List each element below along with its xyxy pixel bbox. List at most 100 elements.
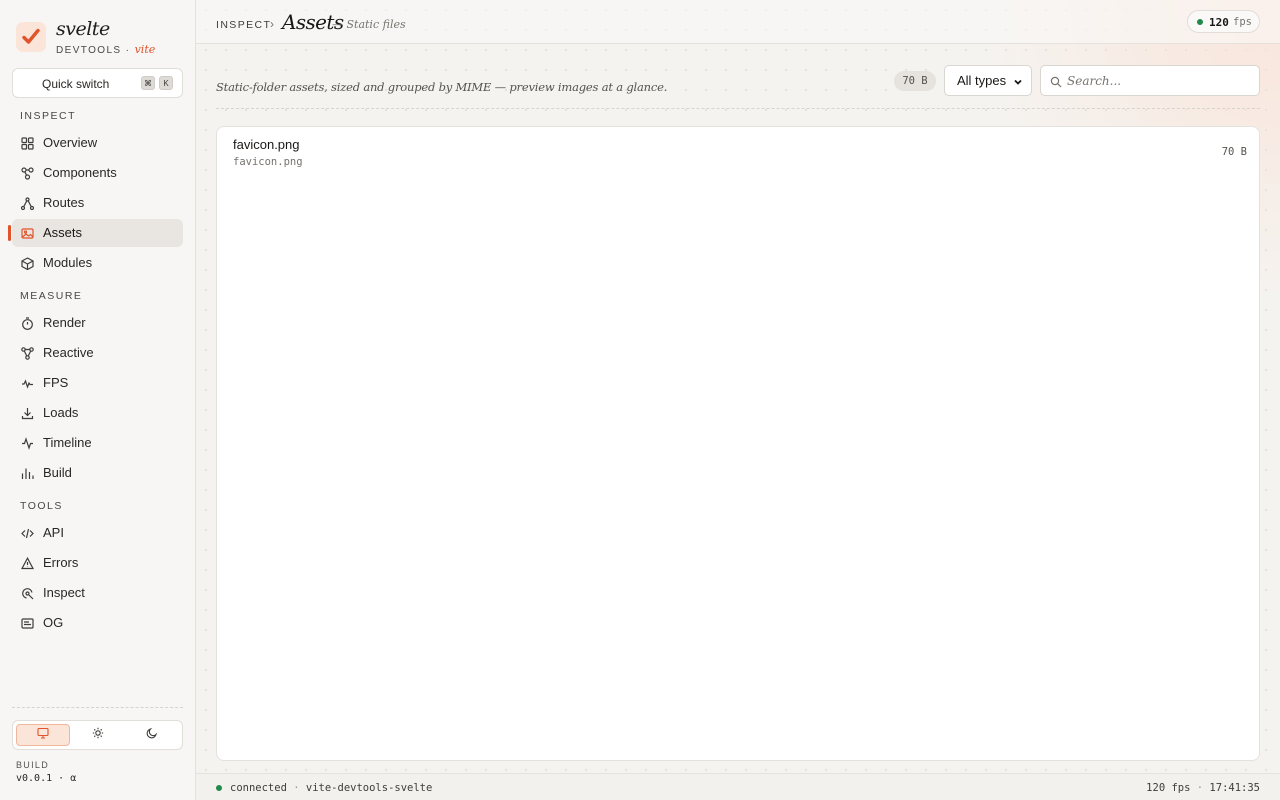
sidebar-item-render[interactable]: Render <box>12 309 183 337</box>
card-icon <box>20 616 34 630</box>
section-label-inspect: INSPECT <box>20 110 77 122</box>
fps-indicator: 120 fps <box>1187 10 1260 33</box>
fps-unit: fps <box>1233 16 1252 28</box>
brand-name: svelte <box>56 18 110 40</box>
main-area: INSPECT › Assets — Static files 120 fps … <box>196 0 1280 800</box>
status-fps: 120 fps <box>1146 782 1191 794</box>
list-item[interactable]: favicon.png favicon.png 70 B <box>217 127 1259 177</box>
brand-sub-text: DEVTOOLS <box>56 45 122 56</box>
sidebar-item-label: API <box>43 525 64 540</box>
top-bar: INSPECT › Assets — Static files 120 fps <box>196 0 1280 44</box>
sidebar-item-loads[interactable]: Loads <box>12 399 183 427</box>
command-key-icon: ⌘ <box>141 76 155 90</box>
graph-icon <box>20 346 34 360</box>
sidebar-item-build[interactable]: Build <box>12 459 183 487</box>
breadcrumb-section[interactable]: INSPECT <box>216 19 271 31</box>
inspect-icon <box>20 586 34 600</box>
sidebar-item-errors[interactable]: Errors <box>12 549 183 577</box>
sidebar-item-modules[interactable]: Modules <box>12 249 183 277</box>
connection-dot-icon <box>216 785 222 791</box>
assets-list: favicon.png favicon.png 70 B <box>216 126 1260 761</box>
theme-system-button[interactable] <box>16 724 70 746</box>
theme-switcher <box>12 720 183 750</box>
sidebar-item-label: Errors <box>43 555 79 570</box>
activity-icon <box>20 436 34 450</box>
sidebar-item-assets[interactable]: Assets <box>8 219 183 247</box>
sidebar-item-label: Assets <box>43 225 83 240</box>
components-icon <box>20 166 34 180</box>
stopwatch-icon <box>20 316 34 330</box>
chevron-right-icon: › <box>270 17 274 31</box>
cube-icon <box>20 256 34 270</box>
section-label-measure: MEASURE <box>20 290 83 302</box>
sidebar-item-components[interactable]: Components <box>12 159 183 187</box>
brand-subtitle: DEVTOOLS · vite <box>56 43 155 56</box>
sidebar-item-label: Modules <box>43 255 93 270</box>
moon-icon <box>146 726 158 744</box>
sidebar-item-label: Inspect <box>43 585 85 600</box>
type-filter-value: All types <box>957 73 1007 88</box>
routes-icon <box>20 196 34 210</box>
status-sep: · <box>293 782 300 794</box>
brand[interactable]: svelte DEVTOOLS · vite <box>16 18 186 58</box>
theme-dark-button[interactable] <box>125 724 179 746</box>
search-icon <box>1050 75 1062 93</box>
sidebar-divider <box>12 707 183 708</box>
sidebar-item-api[interactable]: API <box>12 519 183 547</box>
sidebar-item-label: Reactive <box>43 345 94 360</box>
build-version: v0.0.1 · α <box>16 773 76 784</box>
warning-icon <box>20 556 34 570</box>
status-bar: connected · vite-devtools-svelte 120 fps… <box>196 773 1280 800</box>
total-size-badge: 70 B <box>894 71 936 91</box>
brand-flavor: vite <box>134 43 156 56</box>
sidebar-item-inspect[interactable]: Inspect <box>12 579 183 607</box>
section-label-tools: TOOLS <box>20 500 63 512</box>
sidebar-item-og[interactable]: OG <box>12 609 183 637</box>
sidebar: svelte DEVTOOLS · vite Quick switch ⌘ K … <box>0 0 196 800</box>
type-filter-select[interactable]: All types <box>944 65 1032 96</box>
build-version-number: v0.0.1 <box>16 773 53 784</box>
sidebar-item-label: OG <box>43 615 64 630</box>
sidebar-item-label: Timeline <box>43 435 92 450</box>
sidebar-item-routes[interactable]: Routes <box>12 189 183 217</box>
brand-sep: · <box>125 45 131 56</box>
asset-name: favicon.png <box>233 137 300 152</box>
download-icon <box>20 406 34 420</box>
chevron-down-icon <box>1013 75 1023 90</box>
sidebar-item-label: Routes <box>43 195 85 210</box>
asset-size: 70 B <box>1221 146 1247 158</box>
status-time: 17:41:35 <box>1209 782 1260 794</box>
pulse-icon <box>20 376 34 390</box>
quick-switch-button[interactable]: Quick switch ⌘ K <box>12 68 183 98</box>
sidebar-item-label: Components <box>43 165 117 180</box>
project-name: vite-devtools-svelte <box>305 782 433 794</box>
status-right: 120 fps · 17:41:35 <box>1146 782 1260 794</box>
build-sep: · <box>58 773 65 784</box>
svelte-logo-icon <box>16 22 46 52</box>
sidebar-item-label: Overview <box>43 135 98 150</box>
monitor-icon <box>37 726 49 744</box>
sidebar-item-fps[interactable]: FPS <box>12 369 183 397</box>
search-input[interactable] <box>1067 72 1252 90</box>
build-suffix: α <box>70 773 77 784</box>
theme-light-button[interactable] <box>71 724 125 746</box>
quick-switch-label: Quick switch <box>42 77 110 91</box>
k-key: K <box>159 76 173 90</box>
status-dot-icon <box>1197 19 1203 25</box>
asset-path: favicon.png <box>233 156 303 168</box>
sidebar-item-timeline[interactable]: Timeline <box>12 429 183 457</box>
image-icon <box>20 226 34 240</box>
status-left: connected · vite-devtools-svelte <box>230 782 432 794</box>
sidebar-item-reactive[interactable]: Reactive <box>12 339 183 367</box>
page-subtitle: — Static files <box>332 18 406 31</box>
sidebar-item-label: Loads <box>43 405 79 420</box>
sidebar-item-overview[interactable]: Overview <box>12 129 183 157</box>
sun-icon <box>92 726 104 744</box>
toolbar-divider <box>216 108 1260 109</box>
bar-chart-icon <box>20 466 34 480</box>
assets-description: Static-folder assets, sized and grouped … <box>216 80 668 94</box>
grid-icon <box>20 136 34 150</box>
fps-value: 120 <box>1209 16 1229 29</box>
code-icon <box>20 526 34 540</box>
search-box[interactable] <box>1040 65 1260 96</box>
